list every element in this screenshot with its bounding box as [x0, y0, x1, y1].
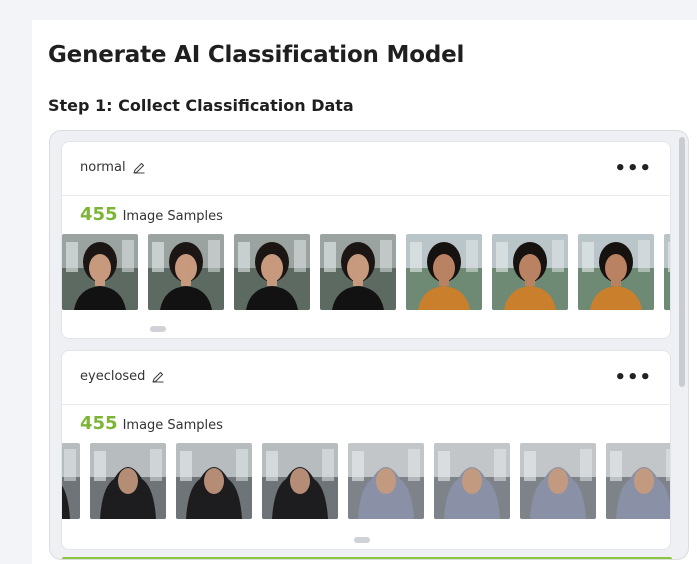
class-name-label: normal — [80, 160, 126, 175]
sample-thumbnail[interactable] — [62, 234, 138, 310]
sample-count-label: Image Samples — [122, 418, 223, 433]
pencil-icon[interactable] — [151, 370, 165, 384]
sample-count-number: 455 — [80, 204, 118, 225]
sample-thumbnail[interactable] — [234, 234, 310, 310]
sample-thumbnail[interactable] — [348, 443, 424, 519]
more-options-button[interactable]: ••• — [614, 158, 652, 179]
sample-thumbnail[interactable] — [578, 234, 654, 310]
thumbnail-strip[interactable] — [62, 443, 670, 521]
sample-count: 455 Image Samples — [80, 413, 223, 434]
pencil-icon[interactable] — [132, 161, 146, 175]
card-header: normal ••• — [62, 142, 670, 196]
step-title: Step 1: Collect Classification Data — [48, 96, 354, 115]
sample-thumbnail[interactable] — [520, 443, 596, 519]
page-title: Generate AI Classification Model — [48, 42, 465, 68]
sample-thumbnail[interactable] — [320, 234, 396, 310]
sample-thumbnail[interactable] — [90, 443, 166, 519]
sample-thumbnail[interactable] — [148, 234, 224, 310]
sample-thumbnail[interactable] — [664, 234, 670, 310]
sample-thumbnail[interactable] — [176, 443, 252, 519]
class-card-eyeclosed: eyeclosed ••• 455 Image Samples — [61, 350, 671, 550]
left-rail — [0, 0, 12, 564]
horizontal-scrollbar[interactable] — [354, 537, 370, 543]
classes-panel: normal ••• 455 Image Samples eyeclosed •… — [49, 130, 689, 560]
next-section-accent — [62, 557, 672, 559]
sample-count: 455 Image Samples — [80, 204, 223, 225]
top-strip — [12, 0, 697, 18]
sample-count-label: Image Samples — [122, 209, 223, 224]
sample-thumbnail[interactable] — [406, 234, 482, 310]
class-name: eyeclosed — [80, 369, 165, 384]
class-name-label: eyeclosed — [80, 369, 146, 384]
thumbnail-strip[interactable] — [62, 234, 670, 312]
sample-thumbnail[interactable] — [606, 443, 670, 519]
sample-thumbnail[interactable] — [434, 443, 510, 519]
card-header: eyeclosed ••• — [62, 351, 670, 405]
horizontal-scrollbar[interactable] — [150, 326, 166, 332]
sample-thumbnail[interactable] — [62, 443, 80, 519]
more-options-button[interactable]: ••• — [614, 367, 652, 388]
class-name: normal — [80, 160, 146, 175]
sample-thumbnail[interactable] — [492, 234, 568, 310]
sample-count-number: 455 — [80, 413, 118, 434]
vertical-scrollbar[interactable] — [679, 137, 685, 387]
sample-thumbnail[interactable] — [262, 443, 338, 519]
class-card-normal: normal ••• 455 Image Samples — [61, 141, 671, 339]
